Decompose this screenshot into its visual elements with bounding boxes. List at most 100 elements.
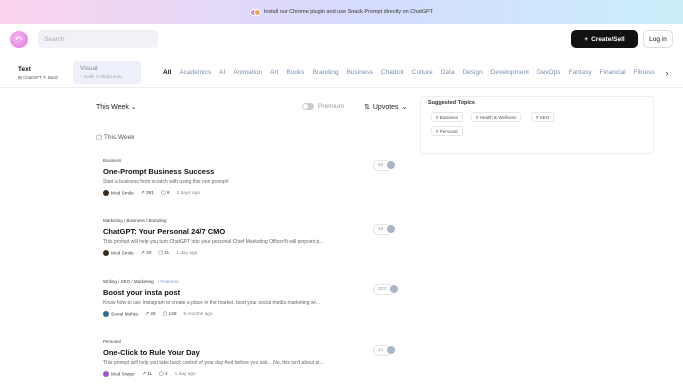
author[interactable]: Mod Smile [103, 190, 134, 196]
topic-chip[interactable]: # Personal [431, 126, 463, 136]
suggested-topics-panel: Suggested Topics # Business # Health & W… [420, 96, 654, 154]
prompt-card[interactable]: Writing / SEO / Marketing • Featured Boos… [103, 279, 413, 317]
comment-count[interactable]: ▢ 128 [163, 312, 177, 317]
comment-count[interactable]: ▢ 8 [161, 191, 170, 196]
prompt-description: Start a business from scratch with using… [103, 179, 229, 185]
premium-toggle[interactable]: Premium [302, 103, 344, 110]
top-navbar: ◠ Search + Create/Sell Log in [0, 24, 683, 58]
category-item[interactable]: Fitness [634, 69, 655, 76]
chevron-down-icon: ⌄ [130, 104, 137, 111]
usage-badge: 16 [373, 222, 397, 236]
category-item[interactable]: Branding [313, 69, 339, 76]
topic-chip[interactable]: # SEO [531, 112, 555, 122]
author[interactable]: Sonal Mehta [103, 311, 138, 317]
author-name: Mod Smile [111, 251, 134, 257]
toggle-switch[interactable] [302, 103, 314, 110]
timestamp: 1 day ago [176, 250, 198, 256]
category-item[interactable]: Fantasy [568, 69, 591, 76]
comment-count[interactable]: ▢ 4 [159, 372, 168, 377]
prompt-title[interactable]: One-Click to Rule Your Day [103, 348, 413, 357]
upvote-value: 30 [146, 250, 152, 256]
search-input[interactable]: Search [38, 30, 158, 48]
create-sell-button[interactable]: + Create/Sell [571, 30, 638, 48]
avatar [386, 224, 397, 234]
prompt-title[interactable]: ChatGPT: Your Personal 24/7 CMO [103, 227, 413, 236]
category-all[interactable]: All [163, 69, 171, 76]
banner-avatars [249, 8, 261, 16]
prompt-meta: Mod Swipe ↗ 11 ▢ 4 1 day ago [103, 371, 413, 377]
prompt-tags: Business [103, 158, 413, 163]
featured-badge: • Featured [157, 279, 179, 284]
topic-chip[interactable]: # Business [431, 112, 464, 122]
category-item[interactable]: DevOps [537, 69, 560, 76]
sort-bar: This Week ⌄ Premium ⇅ Upvotes ⌄ [96, 99, 416, 117]
category-item[interactable]: Financial [600, 69, 626, 76]
upvote-value: 391 [146, 190, 155, 196]
calendar-icon: ▢ [96, 134, 103, 141]
category-item[interactable]: Animation [233, 69, 262, 76]
upvote-value: 11 [147, 371, 153, 377]
prompt-tags: Personal [103, 339, 413, 344]
comment-value: 4 [164, 371, 168, 377]
suggested-topics-heading: Suggested Topics [428, 100, 475, 106]
prompt-title[interactable]: One-Prompt Business Success [103, 167, 413, 176]
author[interactable]: Mod Smile [103, 250, 134, 256]
premium-label: Premium [318, 103, 345, 110]
timestamp: 1 day ago [174, 371, 196, 377]
category-item[interactable]: Design [462, 69, 482, 76]
topic-chip[interactable]: # Health & Wellness [471, 112, 522, 122]
tag-text[interactable]: Marketing / Business / Branding [103, 218, 167, 223]
visual-filter-label: Visual [80, 65, 98, 72]
prompt-description: This prompt will help you turn ChatGPT i… [103, 239, 324, 245]
category-item[interactable]: Business [347, 69, 373, 76]
comment-value: 11 [164, 250, 170, 256]
visual-filter-tab[interactable]: Visual ○ Dalle ⊙ Midjourney [73, 61, 141, 84]
section-label: This Week [103, 134, 135, 141]
avatar [103, 190, 109, 196]
category-item[interactable]: Academics [179, 69, 211, 76]
upvote-count[interactable]: ↗ 391 [141, 191, 154, 196]
avatar [386, 345, 397, 355]
plus-icon: + [584, 35, 589, 43]
category-item[interactable]: Art [270, 69, 278, 76]
category-item[interactable]: AI [219, 69, 225, 76]
category-item[interactable]: Culture [412, 69, 433, 76]
prompt-tags: Marketing / Business / Branding [103, 218, 413, 223]
prompt-card[interactable]: Business One-Prompt Business Success Sta… [103, 158, 413, 196]
category-item[interactable]: Books [286, 69, 304, 76]
tag-text[interactable]: Writing / SEO / Marketing [103, 279, 154, 284]
login-button[interactable]: Log in [643, 30, 673, 48]
prompt-meta: Sonal Mehta ↗ 26 ▢ 128 5 months ago [103, 311, 413, 317]
chevron-right-icon[interactable]: › [660, 66, 674, 80]
snack-prompt-logo[interactable]: ◠ [10, 31, 28, 48]
text-filter-models: ⊞ ChatGPT ✎ Bard [18, 75, 58, 80]
period-dropdown[interactable]: This Week ⌄ [96, 103, 137, 111]
sort-label: Upvotes [372, 103, 399, 111]
upvote-count[interactable]: ↗ 30 [141, 251, 152, 256]
category-item[interactable]: Development [491, 69, 529, 76]
category-item[interactable]: Data [441, 69, 455, 76]
upvote-value: 26 [150, 311, 156, 317]
tag-text[interactable]: Personal [103, 339, 121, 344]
avatar [103, 250, 109, 256]
avatar [103, 371, 109, 377]
upvote-count[interactable]: ↗ 11 [142, 372, 152, 377]
avatar [389, 284, 400, 294]
upvote-count[interactable]: ↗ 26 [145, 312, 156, 317]
create-sell-label: Create/Sell [591, 35, 625, 43]
text-filter-tab[interactable]: Text [18, 66, 31, 73]
timestamp: 3 days ago [176, 190, 201, 196]
tag-text[interactable]: Business [103, 158, 121, 163]
comment-count[interactable]: ▢ 11 [158, 251, 169, 256]
prompt-card[interactable]: Marketing / Business / Branding ChatGPT:… [103, 218, 413, 256]
promo-banner[interactable]: Install our Chrome plugin and use Snack … [0, 0, 683, 24]
prompt-title[interactable]: Boost your insta post [103, 288, 413, 297]
prompt-card[interactable]: Personal One-Click to Rule Your Day This… [103, 339, 413, 377]
sort-dropdown[interactable]: ⇅ Upvotes ⌄ [364, 103, 407, 112]
filter-bar: Text ⊞ ChatGPT ✎ Bard Visual ○ Dalle ⊙ M… [0, 58, 683, 88]
visual-filter-models: ○ Dalle ⊙ Midjourney [80, 74, 123, 79]
category-item[interactable]: Chatbot [381, 69, 404, 76]
usage-badge: 92 [373, 158, 397, 172]
prompt-meta: Mod Smile ↗ 30 ▢ 11 1 day ago [103, 250, 413, 256]
author[interactable]: Mod Swipe [103, 371, 135, 377]
